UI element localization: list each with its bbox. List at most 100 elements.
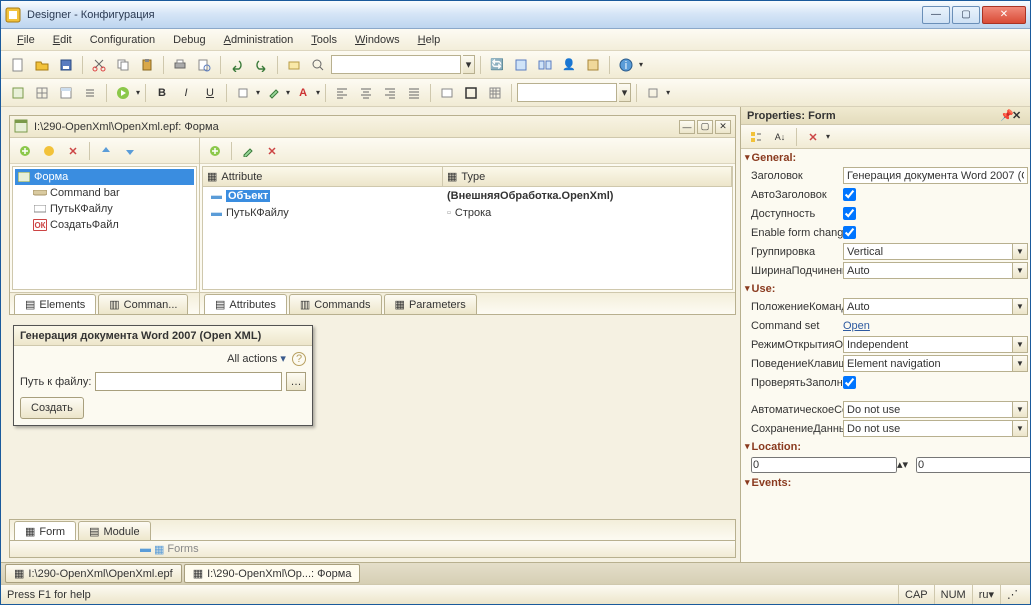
move-up-icon[interactable] xyxy=(95,140,117,162)
print-preview-icon[interactable] xyxy=(193,54,215,76)
spinner-icon[interactable]: ▴▾ xyxy=(897,458,908,471)
prop-childwidth-combo[interactable]: Auto xyxy=(843,262,1013,279)
chevron-down-icon[interactable]: ▼ xyxy=(1013,298,1028,315)
bold-icon[interactable]: B xyxy=(151,82,173,104)
elements-tree[interactable]: Форма Command bar ПутьКФайлу xyxy=(12,166,197,290)
chevron-down-icon[interactable]: ▼ xyxy=(1013,420,1028,437)
new-icon[interactable] xyxy=(7,54,29,76)
close-button[interactable]: ✕ xyxy=(982,6,1026,24)
align-center-icon[interactable] xyxy=(355,82,377,104)
prop-checkfill-check[interactable] xyxy=(843,376,856,389)
paste-icon[interactable] xyxy=(136,54,158,76)
undo-icon[interactable] xyxy=(226,54,248,76)
section-use[interactable]: Use: xyxy=(741,280,1030,297)
menu-edit[interactable]: Edit xyxy=(45,32,80,48)
italic-icon[interactable]: I xyxy=(175,82,197,104)
align-justify-icon[interactable] xyxy=(403,82,425,104)
align-right-icon[interactable] xyxy=(379,82,401,104)
edit-attr-icon[interactable] xyxy=(237,140,259,162)
prop-autotitle-check[interactable] xyxy=(843,188,856,201)
prop-grouping-combo[interactable]: Vertical xyxy=(843,243,1013,260)
menu-administration[interactable]: Administration xyxy=(216,32,302,48)
table-icon[interactable] xyxy=(484,82,506,104)
status-resize-icon[interactable]: ⋰ xyxy=(1000,585,1024,604)
tab-form[interactable]: ▦Form xyxy=(14,521,76,541)
add-element-icon[interactable] xyxy=(14,140,36,162)
tab-elements[interactable]: ▤Elements xyxy=(14,294,96,314)
add-group-icon[interactable] xyxy=(38,140,60,162)
redo-icon[interactable] xyxy=(250,54,272,76)
help-icon[interactable]: i xyxy=(615,54,637,76)
sort-alpha-icon[interactable]: A↓ xyxy=(769,126,791,148)
prop-avail-check[interactable] xyxy=(843,207,856,220)
sort-categ-icon[interactable] xyxy=(745,126,767,148)
attr-row-path[interactable]: ▬ПутьКФайлу ▫Строка xyxy=(203,204,732,221)
tree-item-commandbar[interactable]: Command bar xyxy=(15,185,194,201)
save-icon[interactable] xyxy=(55,54,77,76)
prop-cmdpos-combo[interactable]: Auto xyxy=(843,298,1013,315)
menu-tools[interactable]: Tools xyxy=(303,32,345,48)
all-actions-link[interactable]: All actions ▾ xyxy=(227,353,286,365)
form-icon[interactable] xyxy=(7,82,29,104)
tab-commands2[interactable]: ▥Commands xyxy=(289,294,382,314)
search-dropdown[interactable]: ▾ xyxy=(463,55,475,74)
copy-icon[interactable] xyxy=(112,54,134,76)
refresh-icon[interactable]: 🔄 xyxy=(486,54,508,76)
search-input[interactable] xyxy=(331,55,461,74)
prop-autosave-combo[interactable]: Do not use xyxy=(843,401,1013,418)
menu-windows[interactable]: Windows xyxy=(347,32,408,48)
print-icon[interactable] xyxy=(169,54,191,76)
zoom-dropdown[interactable]: ▾ xyxy=(619,83,631,102)
cut-icon[interactable] xyxy=(88,54,110,76)
tab-parameters[interactable]: ▦Parameters xyxy=(384,294,477,314)
maximize-button[interactable]: ▢ xyxy=(952,6,980,24)
path-input[interactable] xyxy=(95,372,282,391)
chevron-down-icon[interactable]: ▼ xyxy=(1013,243,1028,260)
attr-row-object[interactable]: ▬Объект (ВнешняяОбработка.OpenXml) xyxy=(203,187,732,204)
prop-cmdset-link[interactable]: Open xyxy=(843,320,870,332)
syntax-check-icon[interactable]: 👤 xyxy=(558,54,580,76)
move-down-icon[interactable] xyxy=(119,140,141,162)
section-location[interactable]: Location: xyxy=(741,438,1030,455)
border-icon[interactable] xyxy=(460,82,482,104)
open-icon[interactable] xyxy=(31,54,53,76)
prop-title-input[interactable] xyxy=(843,167,1028,184)
create-button[interactable]: Создать xyxy=(20,397,84,419)
browse-button[interactable]: … xyxy=(286,372,306,391)
doc-maximize-button[interactable]: ▢ xyxy=(697,120,713,134)
config-compare-icon[interactable] xyxy=(534,54,556,76)
attributes-grid[interactable]: ▦Attribute ▦Type ▬Объект (ВнешняяОбработ… xyxy=(202,166,733,290)
pin-icon[interactable]: 📌 xyxy=(1000,109,1012,122)
list-icon[interactable] xyxy=(79,82,101,104)
menu-debug[interactable]: Debug xyxy=(165,32,213,48)
module-icon[interactable] xyxy=(582,54,604,76)
panel-icon[interactable] xyxy=(55,82,77,104)
config-tree-icon[interactable] xyxy=(510,54,532,76)
search-icon[interactable] xyxy=(307,54,329,76)
prop-width-input[interactable] xyxy=(751,457,897,473)
close-panel-icon[interactable]: ✕ xyxy=(1012,109,1024,122)
prop-delete-icon[interactable] xyxy=(802,126,824,148)
delete-element-icon[interactable] xyxy=(62,140,84,162)
paint-icon[interactable] xyxy=(262,82,284,104)
chevron-down-icon[interactable]: ▼ xyxy=(1013,336,1028,353)
tab-commands[interactable]: ▥Comman... xyxy=(98,294,188,314)
prop-savedata-combo[interactable]: Do not use xyxy=(843,420,1013,437)
mdi-tab-1[interactable]: ▦I:\290-OpenXml\OpenXml.epf xyxy=(5,564,182,583)
tab-attributes[interactable]: ▤Attributes xyxy=(204,294,287,314)
delete-attr-icon[interactable] xyxy=(261,140,283,162)
mdi-tab-2[interactable]: ▦I:\290-OpenXml\Op...: Форма xyxy=(184,564,361,583)
fontcolor-icon[interactable]: A xyxy=(292,82,314,104)
minimize-button[interactable]: — xyxy=(922,6,950,24)
chevron-down-icon[interactable]: ▼ xyxy=(1013,355,1028,372)
prop-height-input[interactable] xyxy=(916,457,1030,473)
merge-icon[interactable] xyxy=(436,82,458,104)
grid-icon[interactable] xyxy=(31,82,53,104)
tab-module[interactable]: ▤Module xyxy=(78,521,150,541)
status-lang[interactable]: ru ▾ xyxy=(972,585,1000,604)
prop-keybehavior-combo[interactable]: Element navigation xyxy=(843,355,1013,372)
menu-file[interactable]: File xyxy=(9,32,43,48)
section-events[interactable]: Events: xyxy=(741,474,1030,491)
find-icon[interactable] xyxy=(283,54,305,76)
menu-help[interactable]: Help xyxy=(410,32,449,48)
